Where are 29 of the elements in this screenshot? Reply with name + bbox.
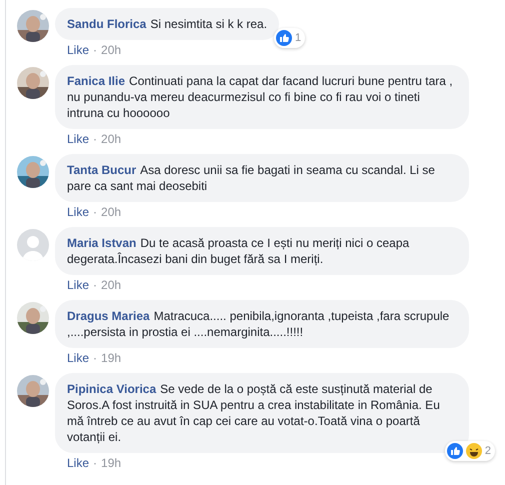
comment-text: Maria Istvan Du te acasă proasta ce I ești nu meriți nici o ceapa degerata.Încasezi bani din buget fără sa I meriți. bbox=[67, 236, 410, 266]
like-link[interactable]: Like bbox=[67, 43, 90, 57]
reaction-count: 2 bbox=[484, 444, 491, 459]
like-link[interactable]: Like bbox=[67, 351, 90, 365]
comment-text: Tanta Bucur Asa doresc unii sa fie bagati in seama cu scandal. Li se pare ca sant mai deosebiti bbox=[67, 163, 435, 193]
like-link[interactable]: Like bbox=[67, 456, 90, 470]
separator-dot: · bbox=[93, 132, 98, 146]
comment-text: Fanica Ilie Continuati pana la capat dar facand lucruri bune pentru tara , nu punandu-va mereu deacurmezisul co fi bine co fi rau voi o tineti intruna cu hoooooo bbox=[67, 74, 453, 120]
reaction-badge[interactable]: 2 bbox=[444, 441, 495, 461]
separator-dot: · bbox=[93, 351, 98, 365]
separator-dot: · bbox=[93, 456, 98, 470]
timestamp[interactable]: 20h bbox=[101, 205, 122, 219]
comment-text: Sandu Florica Si nesimtita si k k rea. bbox=[67, 17, 268, 31]
timestamp[interactable]: 20h bbox=[101, 43, 122, 57]
like-link[interactable]: Like bbox=[67, 132, 90, 146]
default-avatar-icon bbox=[17, 229, 49, 261]
separator-dot: · bbox=[93, 278, 98, 292]
separator-dot: · bbox=[93, 205, 98, 219]
like-link[interactable]: Like bbox=[67, 205, 90, 219]
timestamp[interactable]: 19h bbox=[101, 456, 122, 470]
timestamp[interactable]: 19h bbox=[101, 351, 122, 365]
like-link[interactable]: Like bbox=[67, 278, 90, 292]
timestamp[interactable]: 20h bbox=[101, 132, 122, 146]
separator-dot: · bbox=[93, 43, 98, 57]
reaction-badge[interactable]: 1 bbox=[274, 28, 306, 48]
comment-text: Dragus Mariea Matracuca..... penibila,ignoranta ,tupeista ,fara scrupule ,....persista in prostia ei ....nemarginita.....!!!!! bbox=[67, 309, 450, 339]
reaction-count: 1 bbox=[294, 31, 302, 46]
comment-text: Pipinica Viorica Se vede de la o poștă că este susținută material de Soros.A fost instruită in SUA pentru a crea instabilitate in România. Eu mă întreb ce au avut în cap cei care au votat-o.Toată vina o poartă votanții ei. bbox=[67, 382, 440, 444]
timestamp[interactable]: 20h bbox=[101, 278, 122, 292]
